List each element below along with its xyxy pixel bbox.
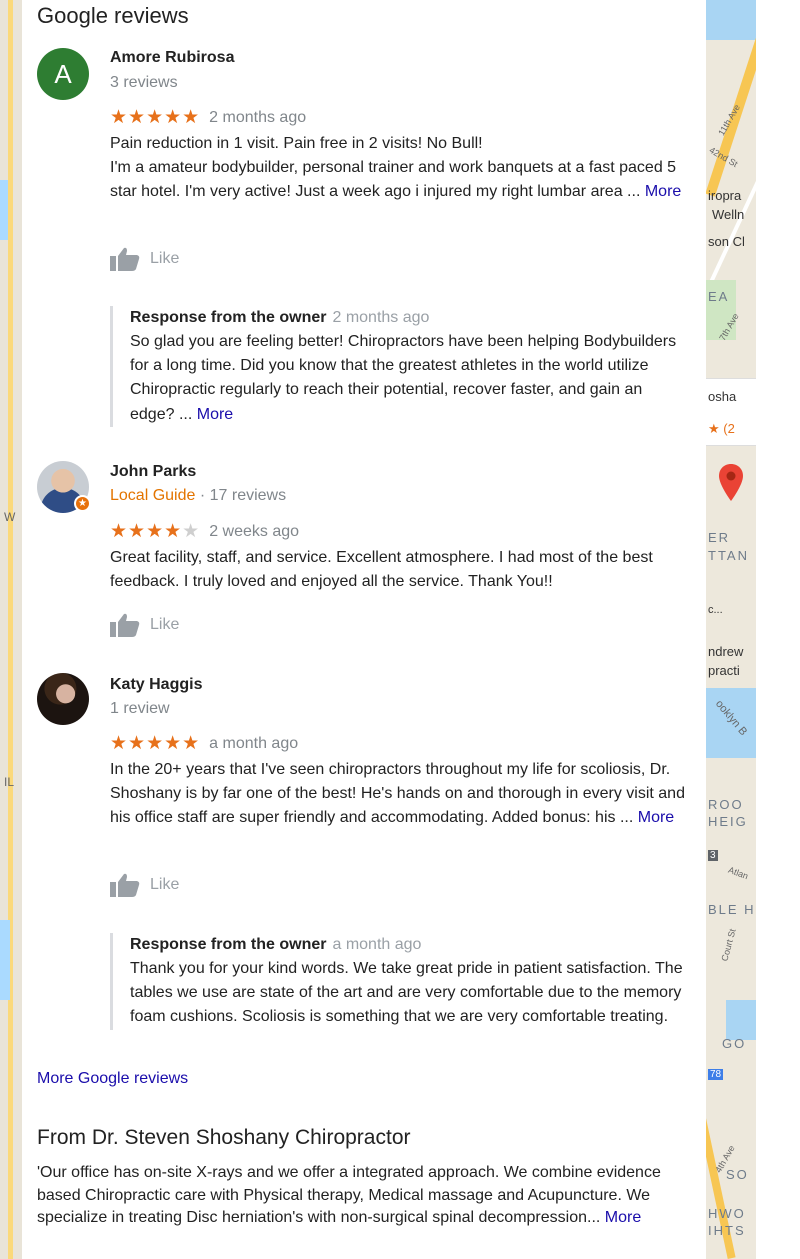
map-area-label: EA [708,289,730,304]
response-label: Response from the owner [130,309,327,326]
star-rating-icon: ★★★★★ [110,107,201,128]
local-guide-label[interactable]: Local Guide [110,487,195,504]
map-route-badge: 3 [708,850,718,861]
review-body: Pain reduction in 1 visit. Pain free in … [110,135,677,201]
thumbs-up-icon [110,247,140,271]
more-link[interactable]: More [645,183,681,200]
star-filled-icon: ★★★★ [110,521,183,542]
response-text: Thank you for your kind words. We take g… [130,960,683,1026]
local-guide-star-icon: ★ [74,495,91,512]
review-body: In the 20+ years that I've seen chiropra… [110,761,685,827]
section-title: Google reviews [37,3,189,28]
star-empty-icon: ★ [182,521,201,542]
avatar[interactable] [37,673,89,725]
more-link[interactable]: More [197,406,233,423]
map-card-dots: c... [708,604,723,616]
map-label: IL [4,775,15,789]
map-card-rating: ★ (2 [708,421,735,436]
map-place-label: son Cl [708,234,745,249]
from-business-description: 'Our office has on-site X-rays and we of… [37,1162,677,1230]
star-rating-icon: ★★★★★ [110,520,200,543]
like-button[interactable]: Like [110,873,179,897]
map-area-label: SO [726,1167,749,1182]
map-place-label: ndrew [708,644,744,659]
from-business-title: From Dr. Steven Shoshany Chiropractor [37,1126,411,1149]
more-link[interactable]: More [605,1209,641,1226]
avatar[interactable]: A [37,48,89,100]
like-button[interactable]: Like [110,247,179,271]
review-time: a month ago [209,734,299,752]
map-place-label: iropra [708,188,742,203]
page-margin [756,0,800,1259]
map-left-strip[interactable]: W IL [0,0,22,1259]
response-time: 2 months ago [332,309,430,326]
review-time: 2 weeks ago [209,522,300,540]
like-label: Like [150,876,180,893]
review-rating: ★★★★★ 2 months ago [110,106,306,129]
review-author[interactable]: Amore Rubirosa [110,49,234,67]
map-area-label: BLE H [708,902,756,917]
review-meta: Local Guide · 17 reviews [110,487,286,505]
review-count: · 17 reviews [199,487,287,504]
response-text-block: So glad you are feeling better! Chiropra… [130,330,685,427]
owner-response: Response from the owner 2 months ago So g… [110,306,685,427]
star-rating-icon: ★★★★★ [110,733,201,754]
more-google-reviews-link[interactable]: More Google reviews [37,1070,188,1088]
thumbs-up-icon [110,873,140,897]
map-place-label: Welln [712,207,745,222]
review-text: In the 20+ years that I've seen chiropra… [110,758,690,831]
review-text: Great facility, staff, and service. Exce… [110,549,653,591]
map-route-badge: 78 [708,1069,724,1080]
review-text: Pain reduction in 1 visit. Pain free in … [110,132,690,205]
map-area-label: GO [722,1036,747,1051]
review-rating: ★★★★★ 2 weeks ago [110,520,299,543]
thumbs-up-icon [110,613,140,637]
map-place-card[interactable]: osha ★ (2 [706,378,756,446]
map-label: W [4,510,16,524]
map-street-label: Atlan [726,864,750,882]
from-business-text: 'Our office has on-site X-rays and we of… [37,1164,661,1226]
map-area-label: HWO [708,1206,746,1221]
review-author[interactable]: Katy Haggis [110,676,202,694]
map-place-label: practi [708,663,740,678]
like-label: Like [150,250,180,267]
response-time: a month ago [332,936,422,953]
map-area-label: IHTS [708,1223,746,1238]
reviews-panel[interactable]: Google reviews A Amore Rubirosa 3 review… [22,0,706,1259]
more-link[interactable]: More [638,809,674,826]
like-button[interactable]: Like [110,613,179,637]
review-time: 2 months ago [209,108,307,126]
map-area-label: HEIG [708,814,748,829]
review-count: 1 review [110,700,170,717]
review-rating: ★★★★★ a month ago [110,732,298,755]
map-area-label: TTAN [708,548,749,563]
review-count: 3 reviews [110,74,178,91]
like-label: Like [150,616,180,633]
response-label: Response from the owner [130,936,327,953]
owner-response: Response from the owner a month ago Thank… [110,933,685,1030]
review-author[interactable]: John Parks [110,463,196,481]
map-right-strip[interactable]: 11th Ave 42nd St iropra Welln son Cl EA … [706,0,756,1259]
map-area-label: ROO [708,797,744,812]
map-area-label: ER [708,530,731,545]
map-street-label: Court St [719,927,738,963]
map-pin-icon[interactable] [718,464,744,507]
map-card-name: osha [708,389,737,404]
